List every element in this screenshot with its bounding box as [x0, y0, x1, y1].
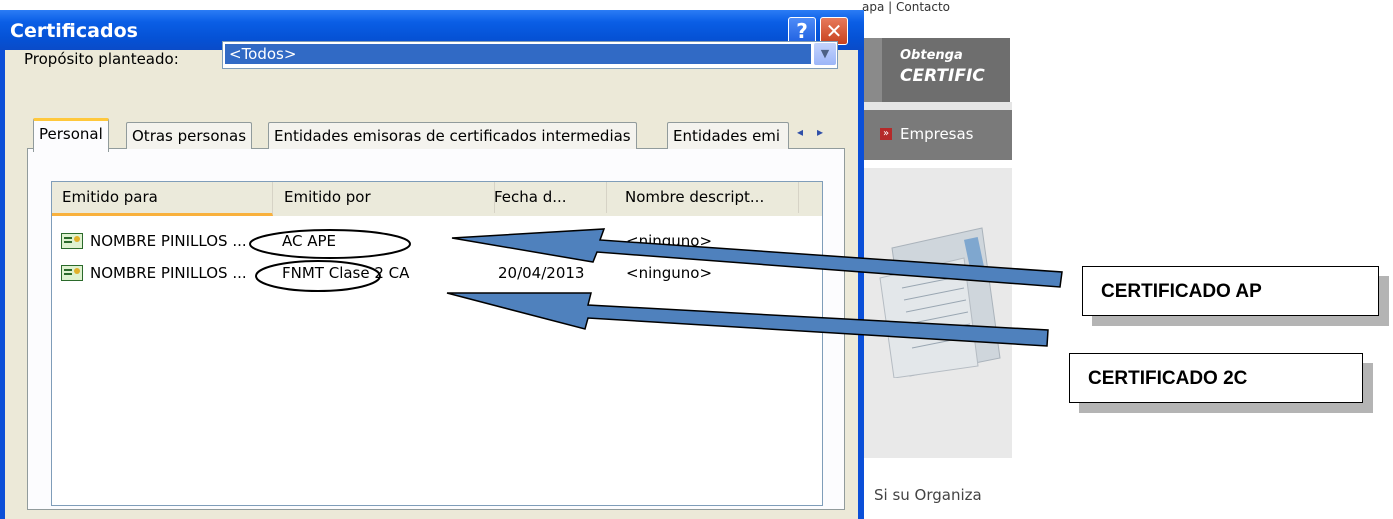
callout-ap-text: CERTIFICADO AP	[1101, 281, 1262, 302]
highlight-ellipse-2	[255, 260, 381, 292]
annotation-overlay	[249, 228, 1063, 347]
arrow-certificado-ap	[451, 228, 1063, 288]
tab-personal[interactable]: Personal	[33, 118, 109, 152]
callout-certificado-ap: CERTIFICADO AP	[1082, 266, 1379, 316]
highlight-ellipse-1	[249, 229, 411, 259]
callout-certificado-2c: CERTIFICADO 2C	[1069, 353, 1363, 403]
arrow-certificado-2c	[446, 292, 1049, 347]
callout-2c-text: CERTIFICADO 2C	[1088, 368, 1248, 389]
